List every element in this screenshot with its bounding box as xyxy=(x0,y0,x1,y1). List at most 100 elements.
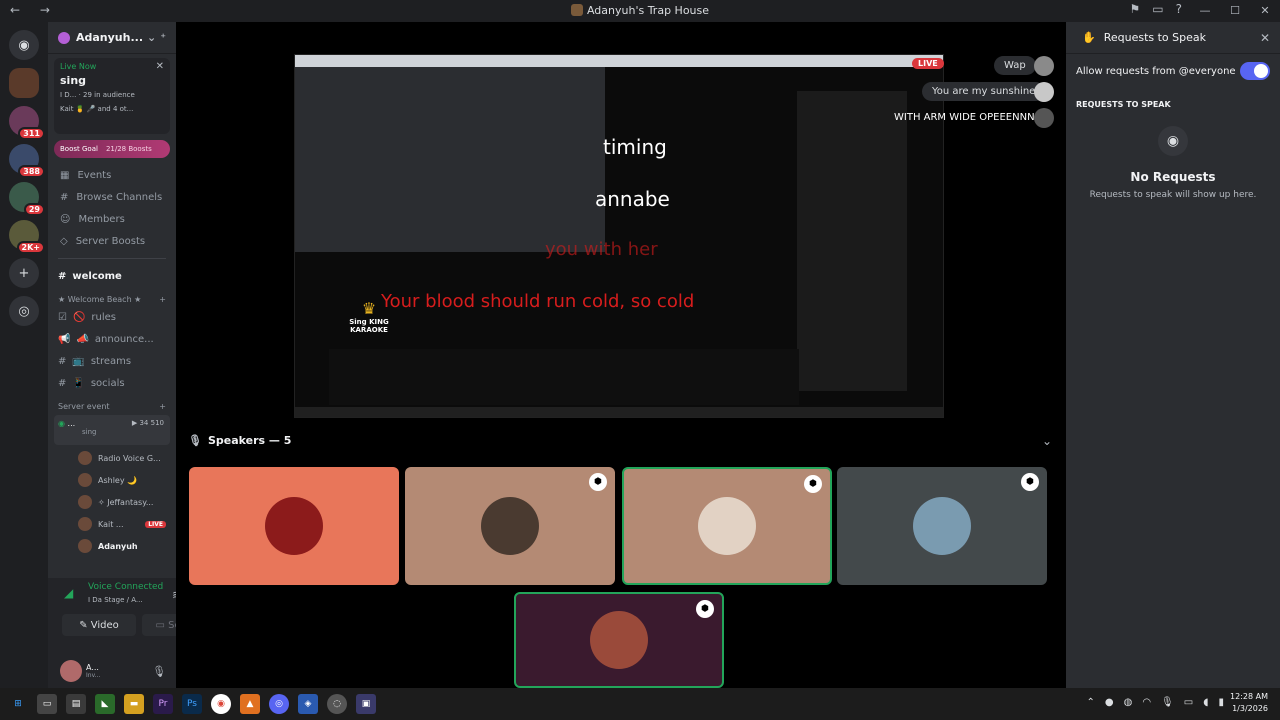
discord-tray-icon[interactable]: ◍ xyxy=(1124,697,1133,708)
shield-icon: ⬢ xyxy=(1021,473,1039,491)
avatar xyxy=(78,539,92,553)
avatar[interactable] xyxy=(60,660,82,682)
wifi-icon[interactable]: ◠ xyxy=(1142,697,1151,708)
close-icon[interactable]: ✕ xyxy=(1260,31,1270,45)
voice-member[interactable]: ✧ Jeffantasy... xyxy=(48,491,176,513)
members-icon: ☺ xyxy=(60,213,71,225)
speaker-tile[interactable]: ⬢ xyxy=(405,467,615,585)
server-header[interactable]: Adanyuh... ⌄ ⁺ xyxy=(48,22,176,54)
add-channel-icon[interactable]: + xyxy=(159,295,166,304)
server-icon-4[interactable]: 29 xyxy=(9,182,45,216)
live-now-card[interactable]: Live Now sing I D... · 29 in audience Ka… xyxy=(54,58,170,134)
empty-title: No Requests xyxy=(1130,170,1216,184)
channel-welcome[interactable]: # welcome xyxy=(48,265,176,287)
voice-member[interactable]: Adanyuh xyxy=(48,535,176,557)
channel-rules[interactable]: ☑ 🚫 rules xyxy=(48,306,176,328)
add-member-icon[interactable]: ⁺ xyxy=(160,31,166,44)
close-icon[interactable]: ✕ xyxy=(156,61,164,72)
live-badge: LIVE xyxy=(145,520,166,528)
shield-icon: ⬢ xyxy=(804,475,822,493)
video-button[interactable]: ✎ Video xyxy=(62,614,136,636)
add-channel-icon[interactable]: + xyxy=(159,402,166,411)
stage-channel[interactable]: ◉ ... ▶ 34 510 sing xyxy=(54,415,170,445)
screen-share-stream[interactable]: timing annabe you with her Your blood sh… xyxy=(294,54,944,418)
discover-icon[interactable]: ◎ xyxy=(9,296,39,326)
stage-counts: ▶ 34 510 xyxy=(131,419,164,427)
video-icon: ✎ xyxy=(79,619,88,631)
inbox-icon[interactable]: ⚑ xyxy=(1130,2,1141,16)
mic-icon[interactable]: 🎙 xyxy=(152,665,166,678)
hand-icon: ✋ xyxy=(1082,31,1096,44)
voice-member[interactable]: Ashley 🌙 xyxy=(48,469,176,491)
discord-icon[interactable]: ◎ xyxy=(269,694,289,714)
avatar xyxy=(1034,56,1054,76)
speaker-tile[interactable]: ⬢ xyxy=(837,467,1047,585)
signal-icon: ◢ xyxy=(64,586,74,600)
speaker-tile[interactable] xyxy=(189,467,399,585)
channel-streams[interactable]: # 📺 streams xyxy=(48,350,176,372)
avatar xyxy=(78,517,92,531)
boost-goal[interactable]: Boost Goal 21/28 Boosts xyxy=(54,140,170,158)
battery-icon[interactable]: ▮ xyxy=(1218,697,1224,708)
chevron-up-icon[interactable]: ⌃ xyxy=(1086,697,1094,708)
category-server-event[interactable]: Server event + xyxy=(48,394,176,413)
clock[interactable]: 12:28 AM 1/3/2026 xyxy=(1230,691,1268,715)
live-now-sub: I D... · 29 in audience xyxy=(60,91,135,99)
nvidia-icon[interactable]: ◣ xyxy=(95,694,115,714)
stage-area: timing annabe you with her Your blood sh… xyxy=(176,22,1066,688)
close-button[interactable]: ✕ xyxy=(1250,0,1280,22)
server-icon-5[interactable]: 2K+ xyxy=(9,220,45,254)
calendar-icon: ▦ xyxy=(60,169,70,181)
server-icon-1[interactable] xyxy=(9,68,39,98)
minimize-button[interactable]: — xyxy=(1190,0,1220,22)
lyric-line: Your blood should run cold, so cold xyxy=(381,291,695,312)
lyric-line: annabe xyxy=(595,187,670,211)
discord-home-icon[interactable]: ◉ xyxy=(9,30,39,60)
add-server-icon[interactable]: + xyxy=(9,258,39,288)
speaker-tile[interactable]: ⬢ xyxy=(514,592,724,688)
category-welcome-beach[interactable]: ★ Welcome Beach ★ + xyxy=(48,287,176,306)
lyric-line: you with her xyxy=(545,239,658,260)
menu-browse-channels[interactable]: # Browse Channels xyxy=(48,186,176,208)
server-icon-2[interactable]: 311 xyxy=(9,106,45,140)
tray-app-icon[interactable]: ● xyxy=(1105,697,1114,708)
stream-taskbar xyxy=(295,407,943,417)
server-icon xyxy=(570,4,583,16)
speaker-tile[interactable]: ⬢ xyxy=(622,467,832,585)
windows-start-icon[interactable]: ⊞ xyxy=(8,694,28,714)
divider xyxy=(58,258,166,259)
speaker-icon[interactable]: ◖ xyxy=(1203,697,1208,708)
app-icon[interactable]: ◌ xyxy=(327,694,347,714)
channel-announcements[interactable]: 📢 📣 announce... xyxy=(48,328,176,350)
app-icon[interactable]: ▣ xyxy=(356,694,376,714)
menu-events[interactable]: ▦ Events xyxy=(48,164,176,186)
chrome-icon[interactable]: ◉ xyxy=(211,694,231,714)
section-label: REQUESTS TO SPEAK xyxy=(1076,100,1171,109)
task-view-icon[interactable]: ▭ xyxy=(37,694,57,714)
hash-icon: # xyxy=(58,377,67,389)
monitor-icon[interactable]: ▭ xyxy=(1152,2,1163,16)
overlay-message: Wap xyxy=(994,56,1036,75)
app-icon[interactable]: ◈ xyxy=(298,694,318,714)
mic-icon[interactable]: 🎙 xyxy=(1161,697,1174,708)
channel-socials[interactable]: # 📱 socials xyxy=(48,372,176,394)
voice-member[interactable]: Radio Voice G... xyxy=(48,447,176,469)
file-explorer-icon[interactable]: ▬ xyxy=(124,694,144,714)
menu-members[interactable]: ☺ Members xyxy=(48,208,176,230)
monitor-icon[interactable]: ▭ xyxy=(1184,697,1193,708)
chevron-down-icon[interactable]: ⌄ xyxy=(1042,434,1052,448)
premiere-icon[interactable]: Pr xyxy=(153,694,173,714)
hash-icon: # xyxy=(58,355,67,367)
avatar xyxy=(78,473,92,487)
voice-member[interactable]: Kait ... LIVE xyxy=(48,513,176,535)
app-icon[interactable]: ▤ xyxy=(66,694,86,714)
server-badge-icon xyxy=(58,31,70,44)
maximize-button[interactable]: ☐ xyxy=(1220,0,1250,22)
help-icon[interactable]: ? xyxy=(1176,2,1182,16)
app-icon[interactable]: ▲ xyxy=(240,694,260,714)
stream-inner-discord xyxy=(295,67,605,252)
allow-requests-toggle[interactable] xyxy=(1240,62,1270,80)
server-icon-3[interactable]: 388 xyxy=(9,144,45,178)
photoshop-icon[interactable]: Ps xyxy=(182,694,202,714)
menu-server-boosts[interactable]: ◇ Server Boosts xyxy=(48,230,176,252)
